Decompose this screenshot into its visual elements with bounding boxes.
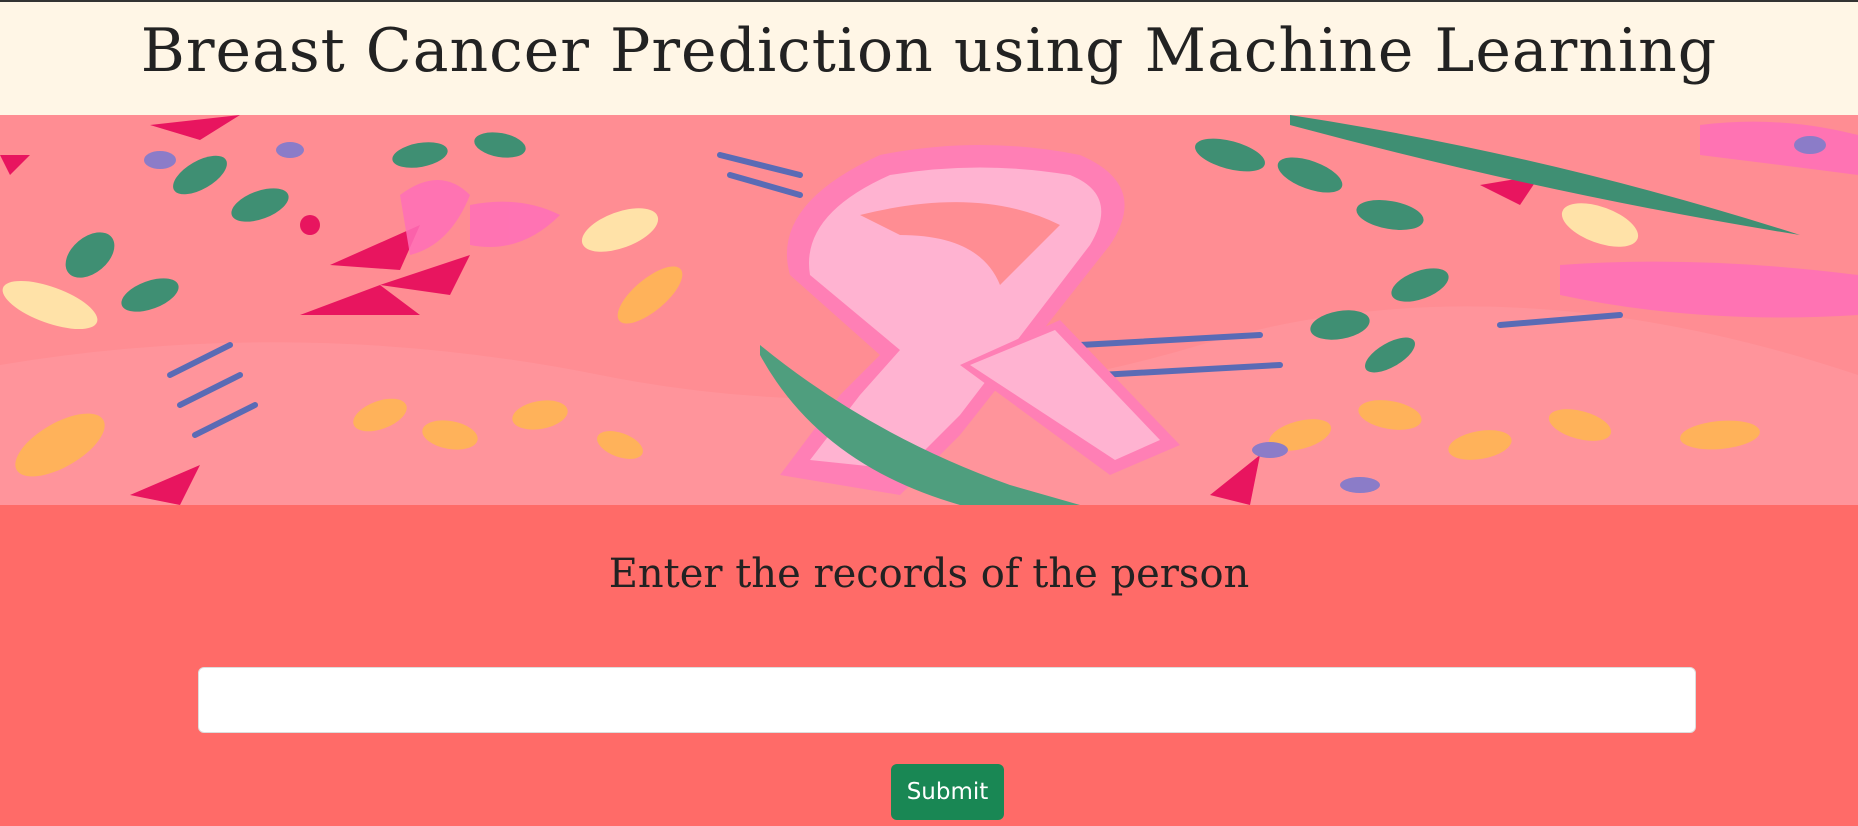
pink-ribbon-floral-icon [0,115,1858,505]
page-title: Breast Cancer Prediction using Machine L… [140,15,1718,86]
page-header: Breast Cancer Prediction using Machine L… [0,2,1858,115]
form-title: Enter the records of the person [608,551,1250,597]
banner-image [0,115,1858,505]
records-input[interactable] [198,667,1696,733]
records-form-section: Enter the records of the person Submit [0,505,1858,826]
submit-button[interactable]: Submit [891,764,1004,820]
